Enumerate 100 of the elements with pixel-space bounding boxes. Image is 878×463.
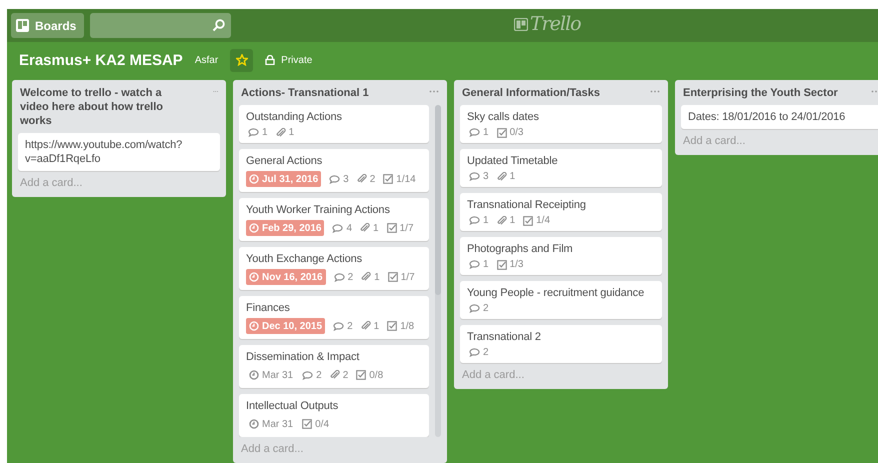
checklist-icon <box>383 174 394 184</box>
card[interactable]: Sky calls dates 1 0/3 <box>460 105 662 143</box>
paperclip-icon <box>360 223 370 233</box>
attachment-count: 2 <box>330 370 348 380</box>
comment-icon <box>333 322 344 330</box>
card[interactable]: Young People - recruitment guidance 2 <box>460 281 662 319</box>
checklist-icon <box>386 223 397 233</box>
list-title[interactable]: Actions- Transnational 1 <box>241 86 391 100</box>
menu-icon[interactable] <box>871 90 878 93</box>
comment-count: 1 <box>469 127 489 138</box>
comment-count: 3 <box>469 171 489 182</box>
card-title: https://www.youtube.com/watch?v=aaDf1RqeLfo <box>25 138 184 166</box>
card-title: Young People - recruitment guidance <box>467 286 646 300</box>
comment-count: 4 <box>332 222 352 234</box>
card-title: Transnational Receipting <box>467 198 587 212</box>
attachment-count: 1 <box>276 127 294 138</box>
star-button[interactable] <box>230 48 254 72</box>
checklist-icon <box>496 128 507 138</box>
clock-icon <box>249 272 259 282</box>
due-date-badge: Nov 16, 2016 <box>246 269 326 285</box>
checklist-icon <box>302 419 312 429</box>
comment-icon <box>248 128 259 137</box>
paperclip-icon <box>330 370 340 380</box>
card-title: Intellectual Outputs <box>246 399 340 413</box>
comment-icon <box>469 216 480 225</box>
due-date-badge: Jul 31, 2016 <box>246 171 322 187</box>
comment-icon <box>469 260 480 269</box>
logo-text: Trello <box>530 13 581 35</box>
visibility-label[interactable]: Private <box>281 54 312 66</box>
card-title: Youth Exchange Actions <box>246 252 364 266</box>
due-date-label: Mar 31 <box>248 416 294 432</box>
clock-icon <box>249 370 259 380</box>
comment-icon <box>469 128 480 137</box>
checklist-icon <box>496 260 507 270</box>
card[interactable]: Youth Worker Training Actions Feb 29, 2016 4 1 1/7 <box>239 198 429 241</box>
checklist-count: 1/8 <box>387 320 414 332</box>
checklist-icon <box>356 370 366 380</box>
comment-count: 1 <box>469 215 489 226</box>
comment-icon <box>334 272 345 282</box>
attachment-count: 1 <box>360 222 379 234</box>
card-title: Photographs and Film <box>467 242 574 256</box>
card[interactable]: Finances Dec 10, 2015 2 1 1/8 <box>239 296 429 339</box>
checklist-count: 1/7 <box>386 222 414 234</box>
clock-icon <box>249 321 259 331</box>
card[interactable]: Youth Exchange Actions Nov 16, 2016 2 1 1/7 <box>239 247 429 290</box>
card-title: Transnational 2 <box>467 330 542 344</box>
comment-icon <box>469 172 480 181</box>
checklist-icon <box>388 272 398 282</box>
paperclip-icon <box>356 174 367 184</box>
scrollbar[interactable] <box>435 105 441 437</box>
card[interactable]: Dates: 18/01/2016 to 24/01/2016 <box>681 105 878 129</box>
card[interactable]: Transnational Receipting 1 1 1/4 <box>460 193 662 231</box>
card[interactable]: Updated Timetable 3 1 <box>460 149 662 187</box>
board-title[interactable]: Erasmus+ KA2 MESAP <box>19 52 183 68</box>
card-title: Youth Worker Training Actions <box>246 203 391 217</box>
paperclip-icon <box>276 128 286 138</box>
card[interactable]: Dissemination & Impact Mar 31 2 2 0/8 <box>239 345 429 388</box>
card-title: Updated Timetable <box>467 154 559 168</box>
card[interactable]: General Actions Jul 31, 2016 3 2 1/14 <box>239 149 429 192</box>
search-field[interactable] <box>90 13 232 38</box>
card[interactable]: Photographs and Film 1 1/3 <box>460 237 662 275</box>
due-date-badge: Dec 10, 2015 <box>246 318 326 334</box>
comment-count: 2 <box>469 303 489 314</box>
comment-icon <box>329 174 340 184</box>
boards-icon <box>16 19 29 32</box>
card-title: Dissemination & Impact <box>246 350 360 364</box>
attachment-count: 1 <box>361 272 380 282</box>
comment-icon <box>332 224 344 232</box>
clock-icon <box>249 419 259 429</box>
search-icon <box>212 19 226 32</box>
card-title: Dates: 18/01/2016 to 24/01/2016 <box>688 110 846 124</box>
menu-icon[interactable] <box>650 90 660 93</box>
menu-icon[interactable] <box>429 90 439 93</box>
list-title[interactable]: Enterprising the Youth Sector <box>683 86 860 100</box>
logo-icon <box>514 18 528 30</box>
clock-icon <box>249 174 259 184</box>
card-title: Finances <box>246 301 291 315</box>
card[interactable]: Transnational 2 2 <box>460 325 662 363</box>
card-title: General Actions <box>246 154 324 168</box>
card[interactable]: Intellectual Outputs Mar 31 0/4 <box>239 394 429 437</box>
list-title[interactable]: Welcome to trello - watch a video here about how trello works <box>20 86 213 128</box>
checklist-count: 0/8 <box>356 370 384 380</box>
checklist-count: 0/4 <box>302 418 330 430</box>
list-title[interactable]: General Information/Tasks <box>462 86 622 100</box>
card[interactable]: Outstanding Actions 1 1 <box>239 105 429 143</box>
card-title: Sky calls dates <box>467 110 540 124</box>
comment-icon <box>302 370 314 380</box>
comment-count: 1 <box>248 127 268 138</box>
team-name[interactable]: Asfar <box>194 54 218 66</box>
card[interactable]: https://www.youtube.com/watch?v=aaDf1RqeLfo <box>18 133 220 171</box>
checklist-count: 1/4 <box>523 215 550 226</box>
attachment-count: 1 <box>496 215 516 226</box>
checklist-icon <box>523 216 534 226</box>
comment-icon <box>469 348 480 357</box>
comment-count: 3 <box>329 174 349 184</box>
comment-count: 2 <box>333 320 353 332</box>
comment-icon <box>469 304 480 313</box>
card-title: Outstanding Actions <box>246 110 343 124</box>
paperclip-icon <box>361 272 372 282</box>
clock-icon <box>249 223 259 233</box>
